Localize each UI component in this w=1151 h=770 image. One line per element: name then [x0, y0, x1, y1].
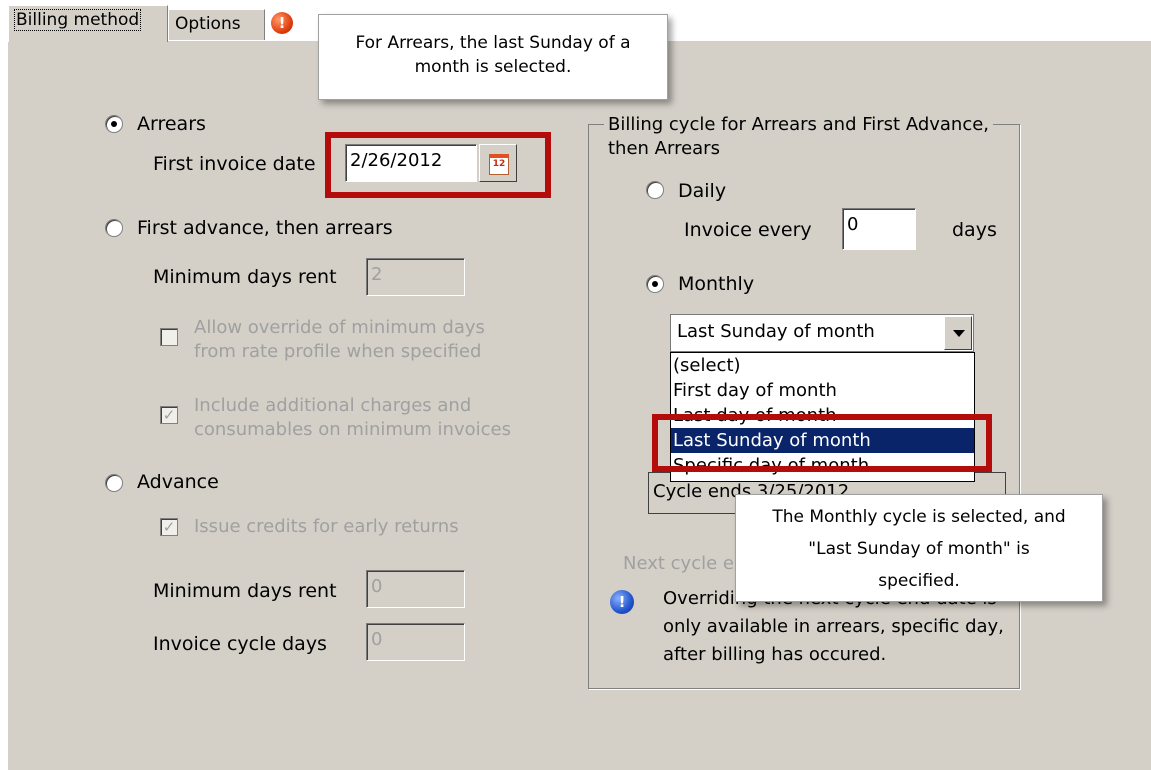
first-invoice-date-label: First invoice date: [153, 153, 316, 175]
monthly-radio[interactable]: [646, 275, 664, 293]
highlight-selected-option: [652, 414, 992, 472]
advance-min-days-field[interactable]: 0: [366, 570, 465, 608]
invoice-cycle-days-label: Invoice cycle days: [153, 633, 327, 655]
tab-options[interactable]: Options: [168, 9, 265, 40]
highlight-first-invoice: [325, 132, 551, 198]
tab-billing-method-label: Billing method: [13, 9, 142, 31]
allow-override-label-1: Allow override of minimum days: [194, 317, 485, 338]
first-advance-label: First advance, then arrears: [137, 217, 393, 239]
dropdown-arrow-icon[interactable]: [944, 316, 972, 350]
arrears-callout: For Arrears, the last Sunday of a month …: [318, 14, 668, 100]
invoice-cycle-days-field[interactable]: 0: [366, 623, 465, 661]
monthly-label: Monthly: [678, 273, 755, 295]
first-advance-radio[interactable]: [105, 219, 123, 237]
min-days-rent-label: Minimum days rent: [153, 266, 337, 288]
issue-credits-checkbox[interactable]: ✓: [160, 518, 178, 536]
min-days-rent-field[interactable]: 2: [366, 258, 465, 296]
include-charges-label-1: Include additional charges and: [194, 395, 472, 416]
allow-override-checkbox[interactable]: [160, 328, 178, 346]
arrears-radio[interactable]: [105, 115, 123, 133]
daily-radio[interactable]: [646, 181, 664, 199]
invoice-every-field[interactable]: 0: [842, 208, 916, 250]
next-cycle-label: Next cycle e: [623, 553, 734, 574]
advance-label: Advance: [137, 471, 219, 493]
include-charges-checkbox[interactable]: ✓: [160, 406, 178, 424]
advance-min-days-label: Minimum days rent: [153, 580, 337, 602]
advance-radio[interactable]: [105, 474, 123, 492]
allow-override-label-2: from rate profile when specified: [194, 341, 482, 362]
daily-label: Daily: [678, 180, 727, 202]
issue-credits-label: Issue credits for early returns: [194, 516, 459, 537]
month-day-dropdown[interactable]: Last Sunday of month: [670, 314, 974, 352]
info-icon: !: [610, 590, 634, 614]
dropdown-option[interactable]: First day of month: [671, 378, 974, 403]
dropdown-option[interactable]: (select): [671, 353, 974, 378]
billing-cycle-legend: Billing cycle for Arrears and First Adva…: [604, 113, 994, 161]
arrears-label: Arrears: [137, 113, 206, 135]
include-charges-label-2: consumables on minimum invoices: [194, 419, 511, 440]
dropdown-value: Last Sunday of month: [677, 321, 875, 342]
invoice-every-label: Invoice every: [684, 219, 812, 241]
tab-billing-method[interactable]: Billing method: [8, 5, 168, 42]
error-icon[interactable]: !: [271, 12, 293, 34]
days-label: days: [952, 219, 997, 241]
monthly-callout: The Monthly cycle is selected, and "Last…: [735, 494, 1103, 602]
tab-options-label: Options: [175, 14, 241, 34]
